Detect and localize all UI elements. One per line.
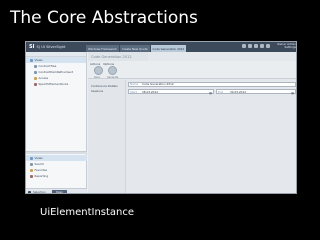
sidebar-tree-item[interactable]: SpecificElementLinks: [26, 81, 86, 87]
end-label: End: [218, 89, 224, 94]
sidebar-nav-label: Views: [34, 156, 43, 160]
name-value: Code Generation 2012: [142, 82, 174, 86]
calendar-icon[interactable]: ▦: [291, 91, 294, 95]
app-tab-windows-framework[interactable]: Windows Framework: [86, 45, 119, 52]
report-icon: [30, 174, 33, 178]
main-content: Code Generation 2012 Actions Options Sav…: [88, 52, 296, 193]
views-icon: [30, 156, 33, 160]
app-tab-code-generation[interactable]: Code Generation 2012: [150, 45, 187, 52]
lock-icon[interactable]: [260, 44, 264, 48]
user-settings-link[interactable]: Settings: [270, 45, 296, 49]
item-icon: [34, 64, 37, 68]
app-brand: SΙ S) UI SilverSight: [26, 42, 86, 52]
item-icon: [34, 70, 37, 74]
save-button[interactable]: [94, 66, 103, 75]
end-date-field[interactable]: End 30.03.2012 ▦: [216, 89, 296, 95]
sidebar-tree-label: SpecificElementLinks: [38, 82, 69, 86]
sidebar-nav-item-reporting[interactable]: Reporting: [26, 173, 87, 179]
sidebar-tree-label: ContractItemRefinement: [38, 70, 74, 74]
application-screenshot: SΙ S) UI SilverSight Windows Framework C…: [25, 41, 297, 194]
name-field[interactable]: Name Code Generation 2012: [128, 81, 296, 87]
app-tab-strip: Windows Framework Create New Quote Code …: [86, 42, 187, 52]
sidebar-footer: Selection Open: [26, 188, 87, 194]
app-brand-name: S) UI SilverSight: [36, 45, 66, 49]
detail-nav-item-sessions[interactable]: Sessions: [88, 88, 125, 93]
ribbon: Actions Options Save Generate: [88, 61, 296, 79]
settings-icon[interactable]: [248, 44, 252, 48]
sidebar-nav-label: Search: [34, 162, 45, 166]
sidebar: Views ContractTree ContractItemRefinemen…: [26, 52, 87, 194]
slide-title: The Core Abstractions: [10, 8, 198, 28]
generate-button[interactable]: [108, 66, 117, 75]
item-icon: [34, 82, 37, 86]
conference-form: Name Code Generation 2012 Start 28.03.20…: [128, 81, 296, 96]
sidebar-tree-label: Views: [34, 58, 43, 62]
form-row-dates: Start 28.03.2012 ▦ End 30.03.2012 ▦: [128, 89, 296, 95]
start-value: 28.03.2012: [142, 89, 159, 94]
sidebar-tree-label: Access: [38, 76, 49, 80]
sidebar-splitter[interactable]: [26, 151, 87, 154]
sidebar-nav-label: Favorites: [34, 168, 48, 172]
home-icon[interactable]: [242, 44, 246, 48]
selection-icon: [28, 190, 31, 193]
save-button-label: Save: [94, 76, 100, 79]
toolbar-icons: [242, 44, 270, 48]
star-icon: [30, 168, 33, 172]
detail-nav: Conference Details Sessions: [88, 80, 126, 193]
sidebar-tree-label: ContractTree: [38, 64, 57, 68]
slide-caption: UiElementInstance: [40, 207, 135, 218]
form-row-name: Name Code Generation 2012: [128, 81, 296, 87]
sidebar-nav-label: Reporting: [34, 174, 49, 178]
user-info[interactable]: Owner Admin Settings: [270, 42, 296, 51]
start-label: Start: [130, 89, 137, 94]
folder-icon: [30, 58, 33, 62]
app-tab-create-new-quote[interactable]: Create New Quote: [119, 45, 150, 52]
selection-label: Selection: [33, 190, 46, 194]
start-date-field[interactable]: Start 28.03.2012 ▦: [128, 89, 214, 95]
app-top-bar: SΙ S) UI SilverSight Windows Framework C…: [26, 42, 296, 52]
sidebar-nav-list: Views Search Favorites Reporting: [26, 155, 87, 179]
generate-button-label: Generate: [107, 76, 119, 79]
name-label: Name: [130, 82, 139, 86]
help-icon[interactable]: [254, 44, 258, 48]
app-logo-icon: SΙ: [29, 44, 35, 50]
calendar-icon[interactable]: ▦: [209, 91, 212, 95]
content-title: Code Generation 2012: [88, 52, 148, 61]
open-button[interactable]: Open: [51, 190, 67, 193]
end-value: 30.03.2012: [230, 89, 247, 94]
item-icon: [34, 76, 37, 80]
search-icon: [30, 162, 33, 166]
